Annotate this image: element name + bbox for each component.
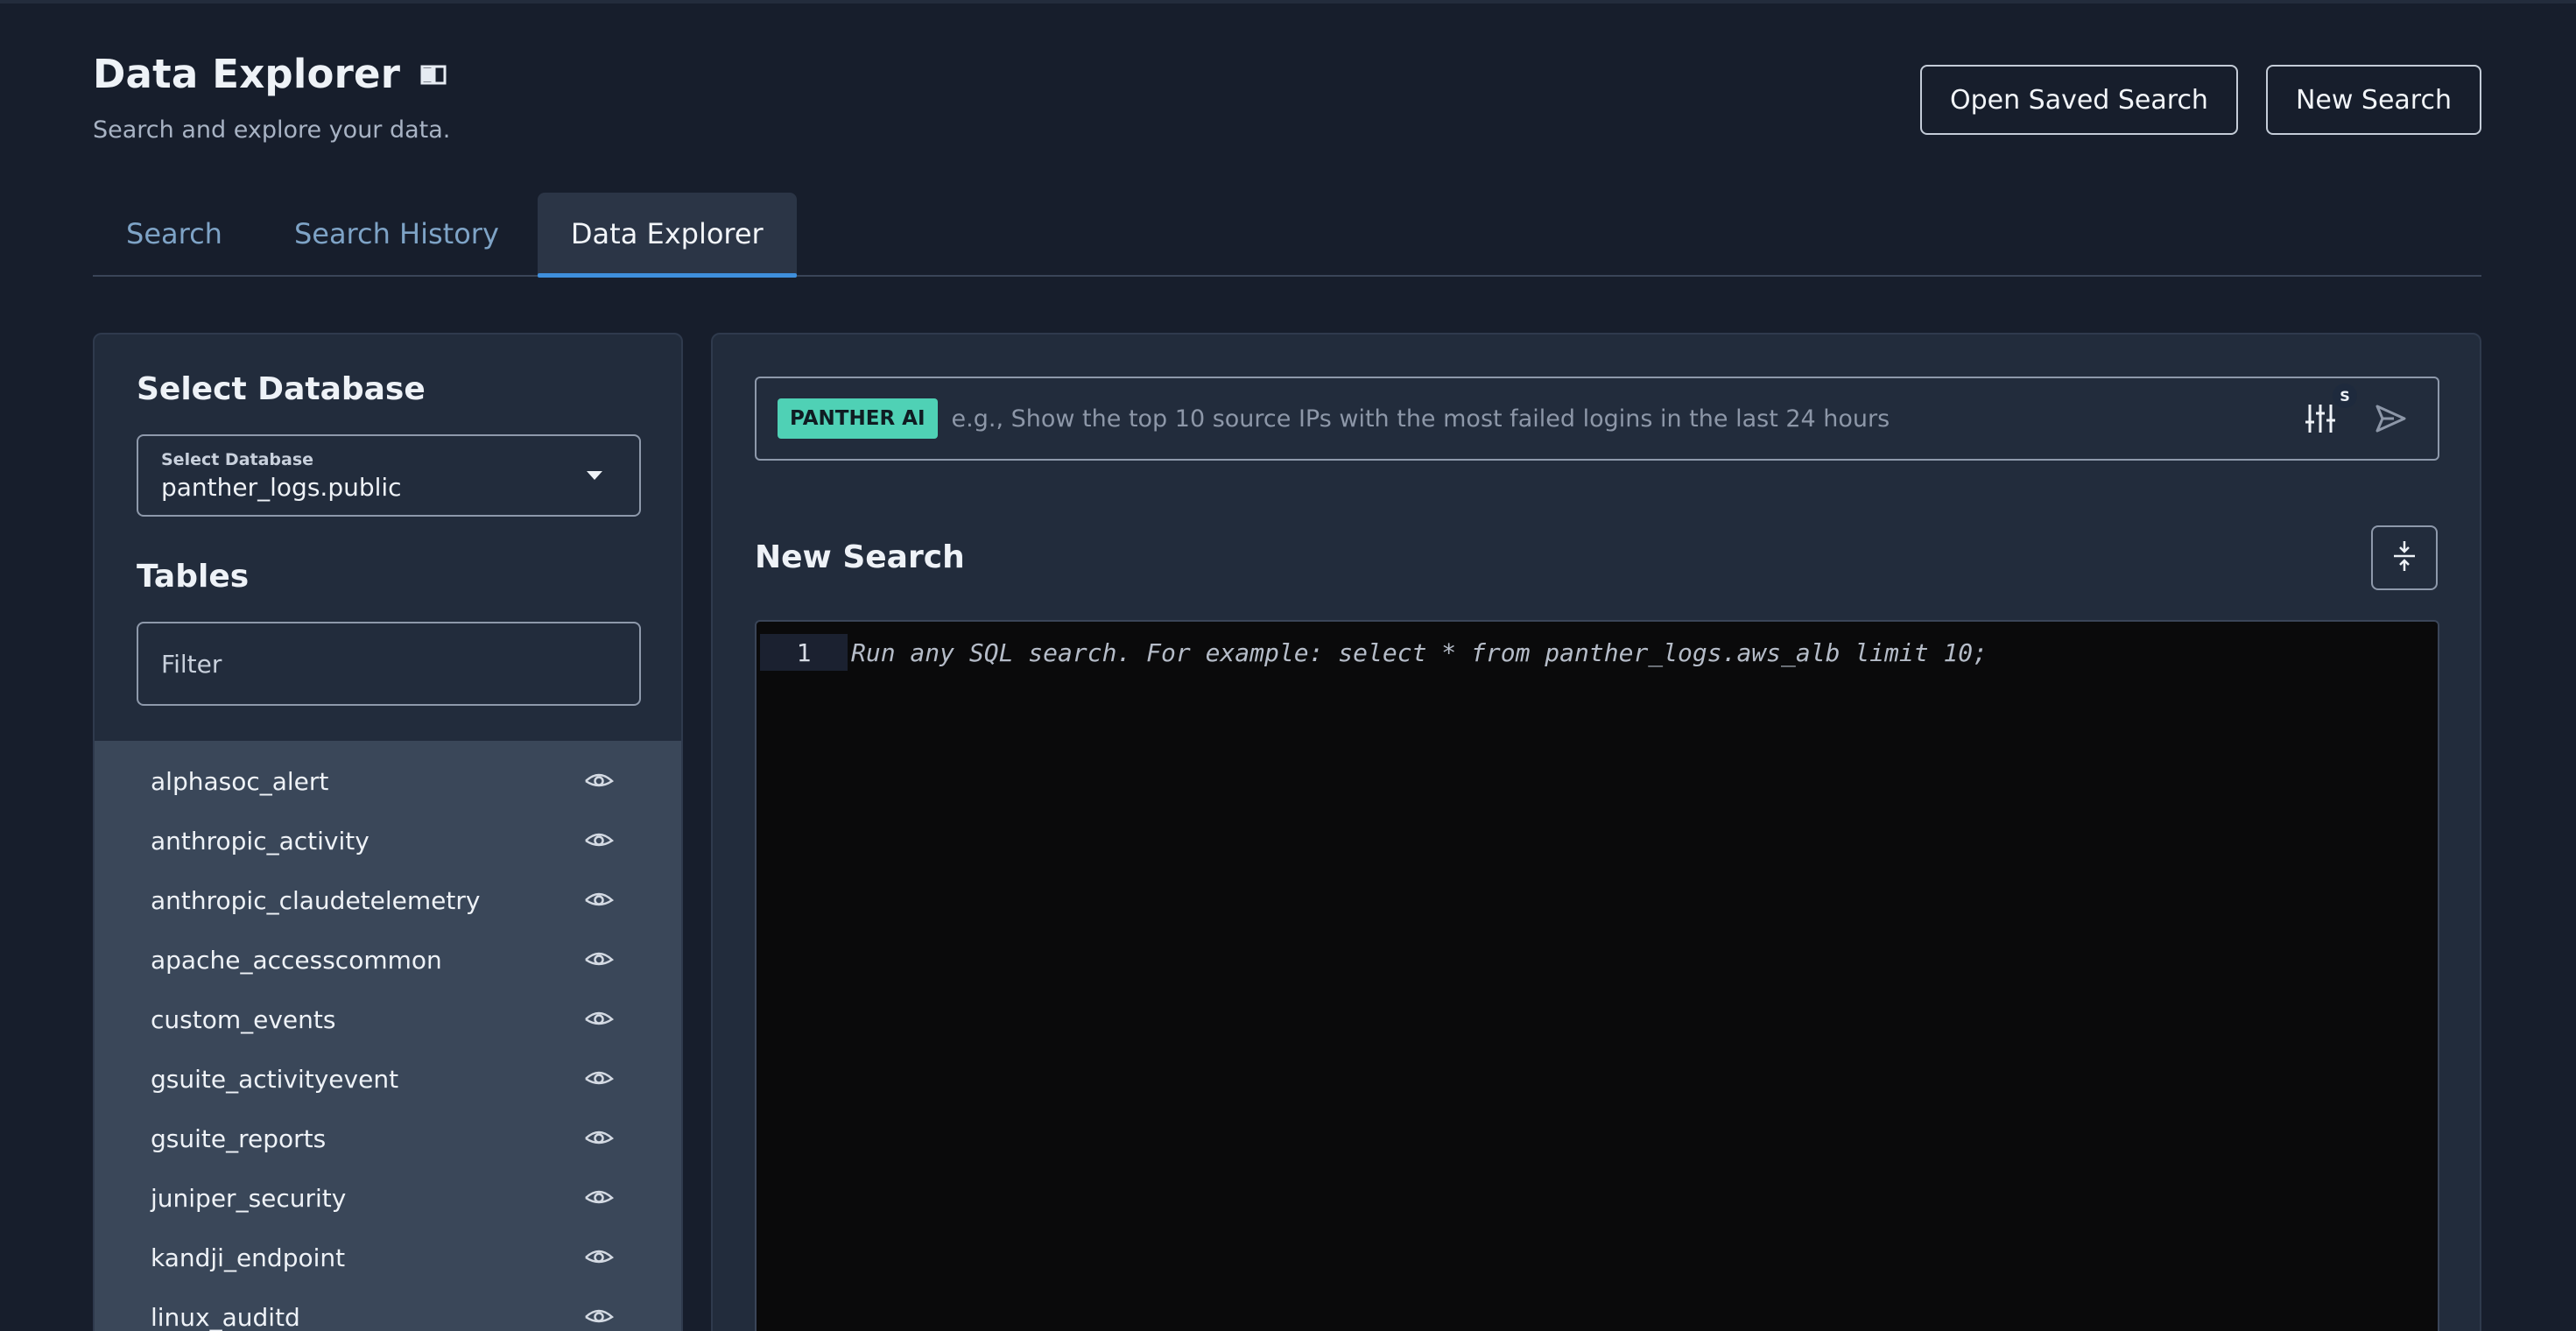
sql-editor[interactable]: 1 Run any SQL search. For example: selec… (755, 620, 2439, 1331)
ai-prompt-input[interactable] (951, 405, 2303, 433)
open-saved-search-button[interactable]: Open Saved Search (1920, 65, 2238, 135)
eye-icon[interactable] (583, 830, 615, 851)
eye-icon[interactable] (583, 1128, 615, 1149)
collapse-editor-button[interactable] (2371, 525, 2438, 590)
eye-icon[interactable] (583, 890, 615, 911)
table-name: juniper_security (151, 1183, 347, 1213)
table-name: anthropic_claudetelemetry (151, 885, 481, 915)
title-row: Data Explorer (93, 51, 450, 97)
tables-heading: Tables (137, 559, 250, 595)
table-row[interactable]: anthropic_activity (95, 811, 681, 870)
table-name: apache_accesscommon (151, 945, 442, 975)
table-list: alphasoc_alert anthropic_activity anthro… (95, 741, 681, 1331)
table-name: anthropic_activity (151, 826, 370, 856)
panther-ai-badge: PANTHER AI (778, 398, 938, 439)
table-row[interactable]: kandji_endpoint (95, 1228, 681, 1287)
sliders-icon[interactable]: S (2303, 384, 2357, 436)
table-name: gsuite_activityevent (151, 1064, 399, 1094)
top-border (0, 0, 2576, 4)
database-select[interactable]: Select Database panther_logs.public (137, 434, 641, 517)
table-name: linux_auditd (151, 1302, 300, 1331)
panther-ai-bar: PANTHER AI S (755, 377, 2439, 461)
eye-icon[interactable] (583, 1068, 615, 1089)
page-subtitle: Search and explore your data. (93, 116, 451, 144)
table-row[interactable]: alphasoc_alert (95, 751, 681, 811)
eye-icon[interactable] (583, 771, 615, 792)
eye-icon[interactable] (583, 949, 615, 970)
table-row[interactable]: juniper_security (95, 1168, 681, 1228)
select-database-heading: Select Database (137, 371, 426, 407)
eye-icon[interactable] (583, 1306, 615, 1327)
table-name: gsuite_reports (151, 1123, 327, 1153)
line-number: 1 (760, 634, 848, 671)
header-actions: Open Saved Search New Search (1920, 65, 2481, 135)
send-icon[interactable] (2373, 401, 2408, 436)
tab-search[interactable]: Search (93, 193, 256, 275)
eye-icon[interactable] (583, 1247, 615, 1268)
database-select-value: panther_logs.public (161, 473, 402, 502)
new-search-button[interactable]: New Search (2265, 65, 2481, 135)
table-filter-input[interactable] (137, 622, 641, 706)
chevron-down-icon (587, 471, 602, 480)
table-name: custom_events (151, 1004, 336, 1034)
table-row[interactable]: custom_events (95, 989, 681, 1049)
eye-icon[interactable] (583, 1187, 615, 1208)
table-row[interactable]: linux_auditd (95, 1287, 681, 1331)
tab-data-explorer[interactable]: Data Explorer (537, 193, 797, 278)
table-name: alphasoc_alert (151, 766, 329, 796)
eye-icon[interactable] (583, 1009, 615, 1030)
book-icon[interactable] (419, 61, 449, 88)
database-panel: Select Database Select Database panther_… (93, 333, 683, 1331)
tab-bar: Search Search History Data Explorer (93, 193, 2481, 278)
table-row[interactable]: gsuite_activityevent (95, 1049, 681, 1109)
settings-badge: S (2333, 384, 2357, 408)
search-panel: PANTHER AI S New Search (711, 333, 2481, 1331)
table-row[interactable]: gsuite_reports (95, 1109, 681, 1168)
page-title: Data Explorer (93, 51, 401, 97)
new-search-title: New Search (755, 539, 965, 575)
database-select-label: Select Database (161, 450, 314, 469)
table-row[interactable]: apache_accesscommon (95, 930, 681, 989)
page-header: Data Explorer Search and explore your da… (93, 51, 450, 144)
tab-search-history[interactable]: Search History (261, 193, 532, 275)
table-row[interactable]: anthropic_claudetelemetry (95, 870, 681, 930)
collapse-icon (2391, 539, 2418, 577)
table-name: kandji_endpoint (151, 1243, 346, 1272)
editor-placeholder: Run any SQL search. For example: select … (851, 637, 1988, 667)
